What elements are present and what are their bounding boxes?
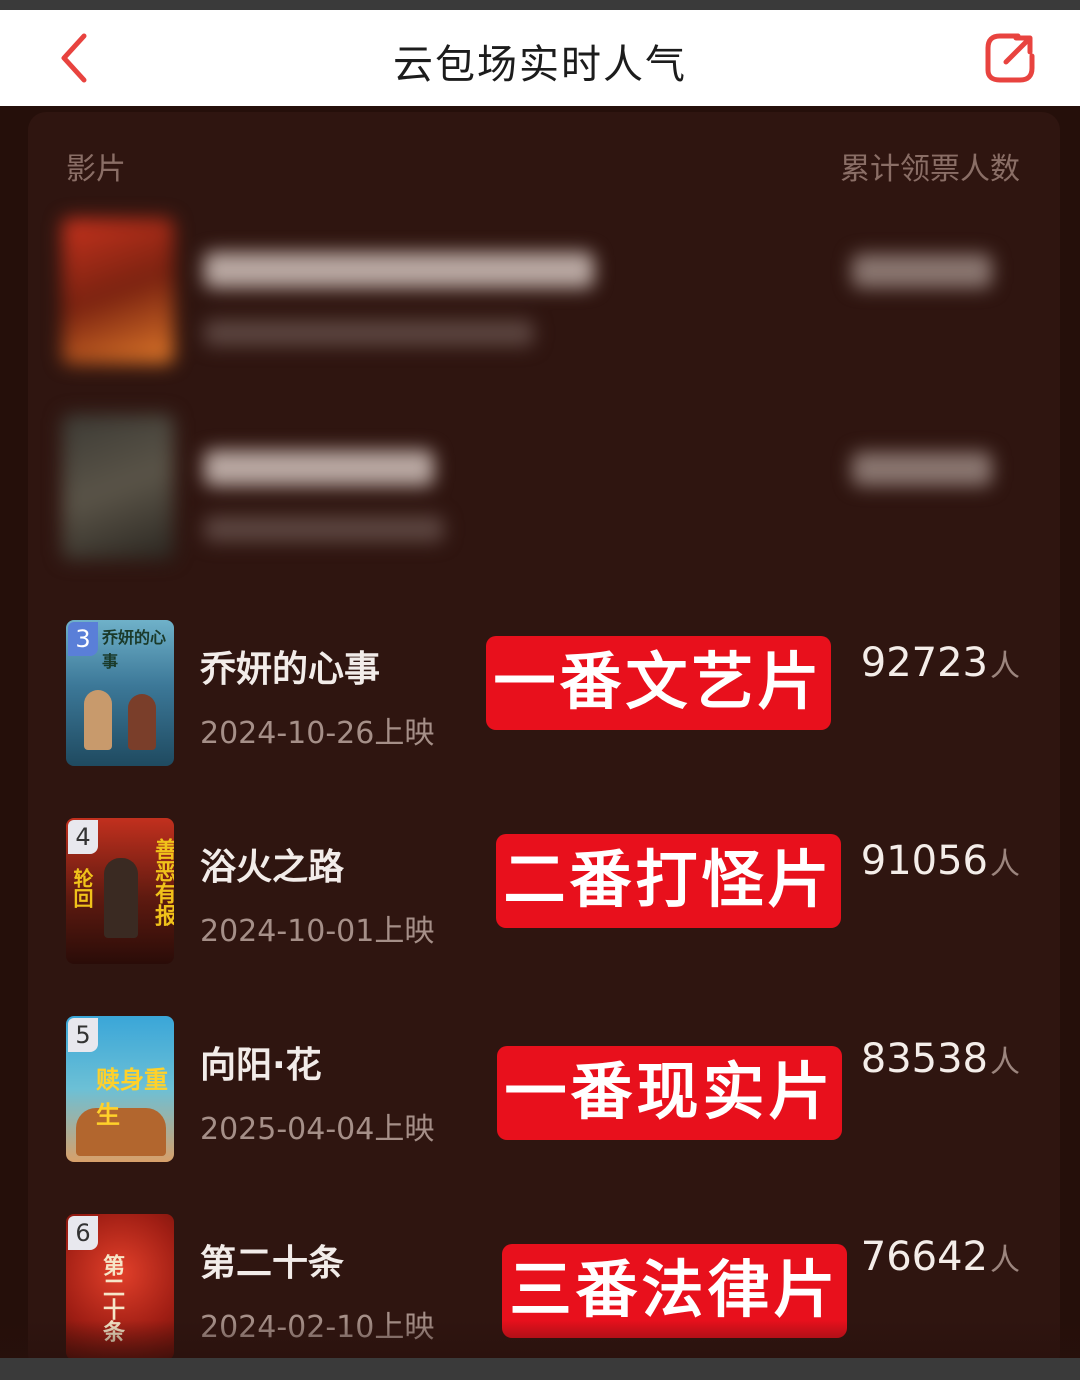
genre-tag: 二番打怪片 (496, 834, 841, 928)
poster-title-text: 轮回 (70, 868, 94, 908)
movie-title: 浴火之路 (200, 847, 345, 888)
blurred-row (56, 214, 1036, 374)
ticket-count-value: 91056 (860, 838, 988, 884)
column-header-film: 影片 (66, 152, 126, 187)
ticket-count: 76642人 (861, 1234, 1020, 1280)
blurred-date (204, 516, 444, 542)
ticket-count-unit: 人 (990, 649, 1020, 684)
poster-figure (84, 690, 112, 750)
blurred-poster (62, 218, 174, 364)
column-header-count: 累计领票人数 (840, 152, 1020, 187)
poster-title-text: 赎身重生 (96, 1065, 168, 1129)
back-button[interactable] (50, 24, 110, 92)
ticket-count-value: 92723 (860, 640, 988, 686)
ticket-count-value: 83538 (860, 1036, 988, 1082)
rank-badge: 3 (68, 622, 98, 656)
movie-title: 向阳·花 (200, 1045, 322, 1086)
genre-tag: 一番文艺片 (486, 636, 831, 730)
bottom-fade (0, 1320, 1080, 1358)
movie-poster: 乔妍的心事 3 (66, 620, 174, 766)
poster-figure (128, 694, 156, 750)
movie-poster: 善恶有报 轮回 4 (66, 818, 174, 964)
movie-title: 乔妍的心事 (200, 649, 381, 690)
bottom-strip (0, 1358, 1080, 1380)
blurred-title (204, 450, 434, 486)
blurred-count (852, 452, 992, 486)
rank-badge: 6 (68, 1216, 98, 1250)
ticket-count: 91056人 (861, 838, 1020, 884)
ticket-count-unit: 人 (990, 1243, 1020, 1278)
share-button[interactable] (978, 26, 1042, 90)
ticket-count-value: 76642 (860, 1234, 988, 1280)
nav-bar: 云包场实时人气 (0, 10, 1080, 106)
share-icon (985, 33, 1035, 83)
genre-tag: 一番现实片 (497, 1046, 842, 1140)
release-date: 2024-10-01上映 (200, 914, 435, 949)
ticket-count: 92723人 (861, 640, 1020, 686)
movie-poster: 赎身重生 5 (66, 1016, 174, 1162)
poster-figure (104, 858, 138, 938)
blurred-count (852, 254, 992, 288)
blurred-title (204, 252, 594, 288)
poster-title-text: 乔妍的心事 (102, 628, 167, 671)
release-date: 2025-04-04上映 (200, 1112, 435, 1147)
blurred-row (56, 410, 1036, 570)
chevron-left-icon (61, 33, 87, 83)
poster-title-text: 善恶有报 (151, 838, 174, 926)
ticket-count: 83538人 (861, 1036, 1020, 1082)
ticket-count-unit: 人 (990, 1045, 1020, 1080)
release-date: 2024-10-26上映 (200, 716, 435, 751)
ticket-count-unit: 人 (990, 847, 1020, 882)
rank-badge: 4 (68, 820, 98, 854)
blurred-date (204, 320, 534, 346)
status-strip (0, 0, 1080, 10)
blurred-poster (62, 414, 174, 560)
page-title: 云包场实时人气 (393, 42, 687, 88)
rank-badge: 5 (68, 1018, 98, 1052)
movie-title: 第二十条 (200, 1243, 345, 1284)
